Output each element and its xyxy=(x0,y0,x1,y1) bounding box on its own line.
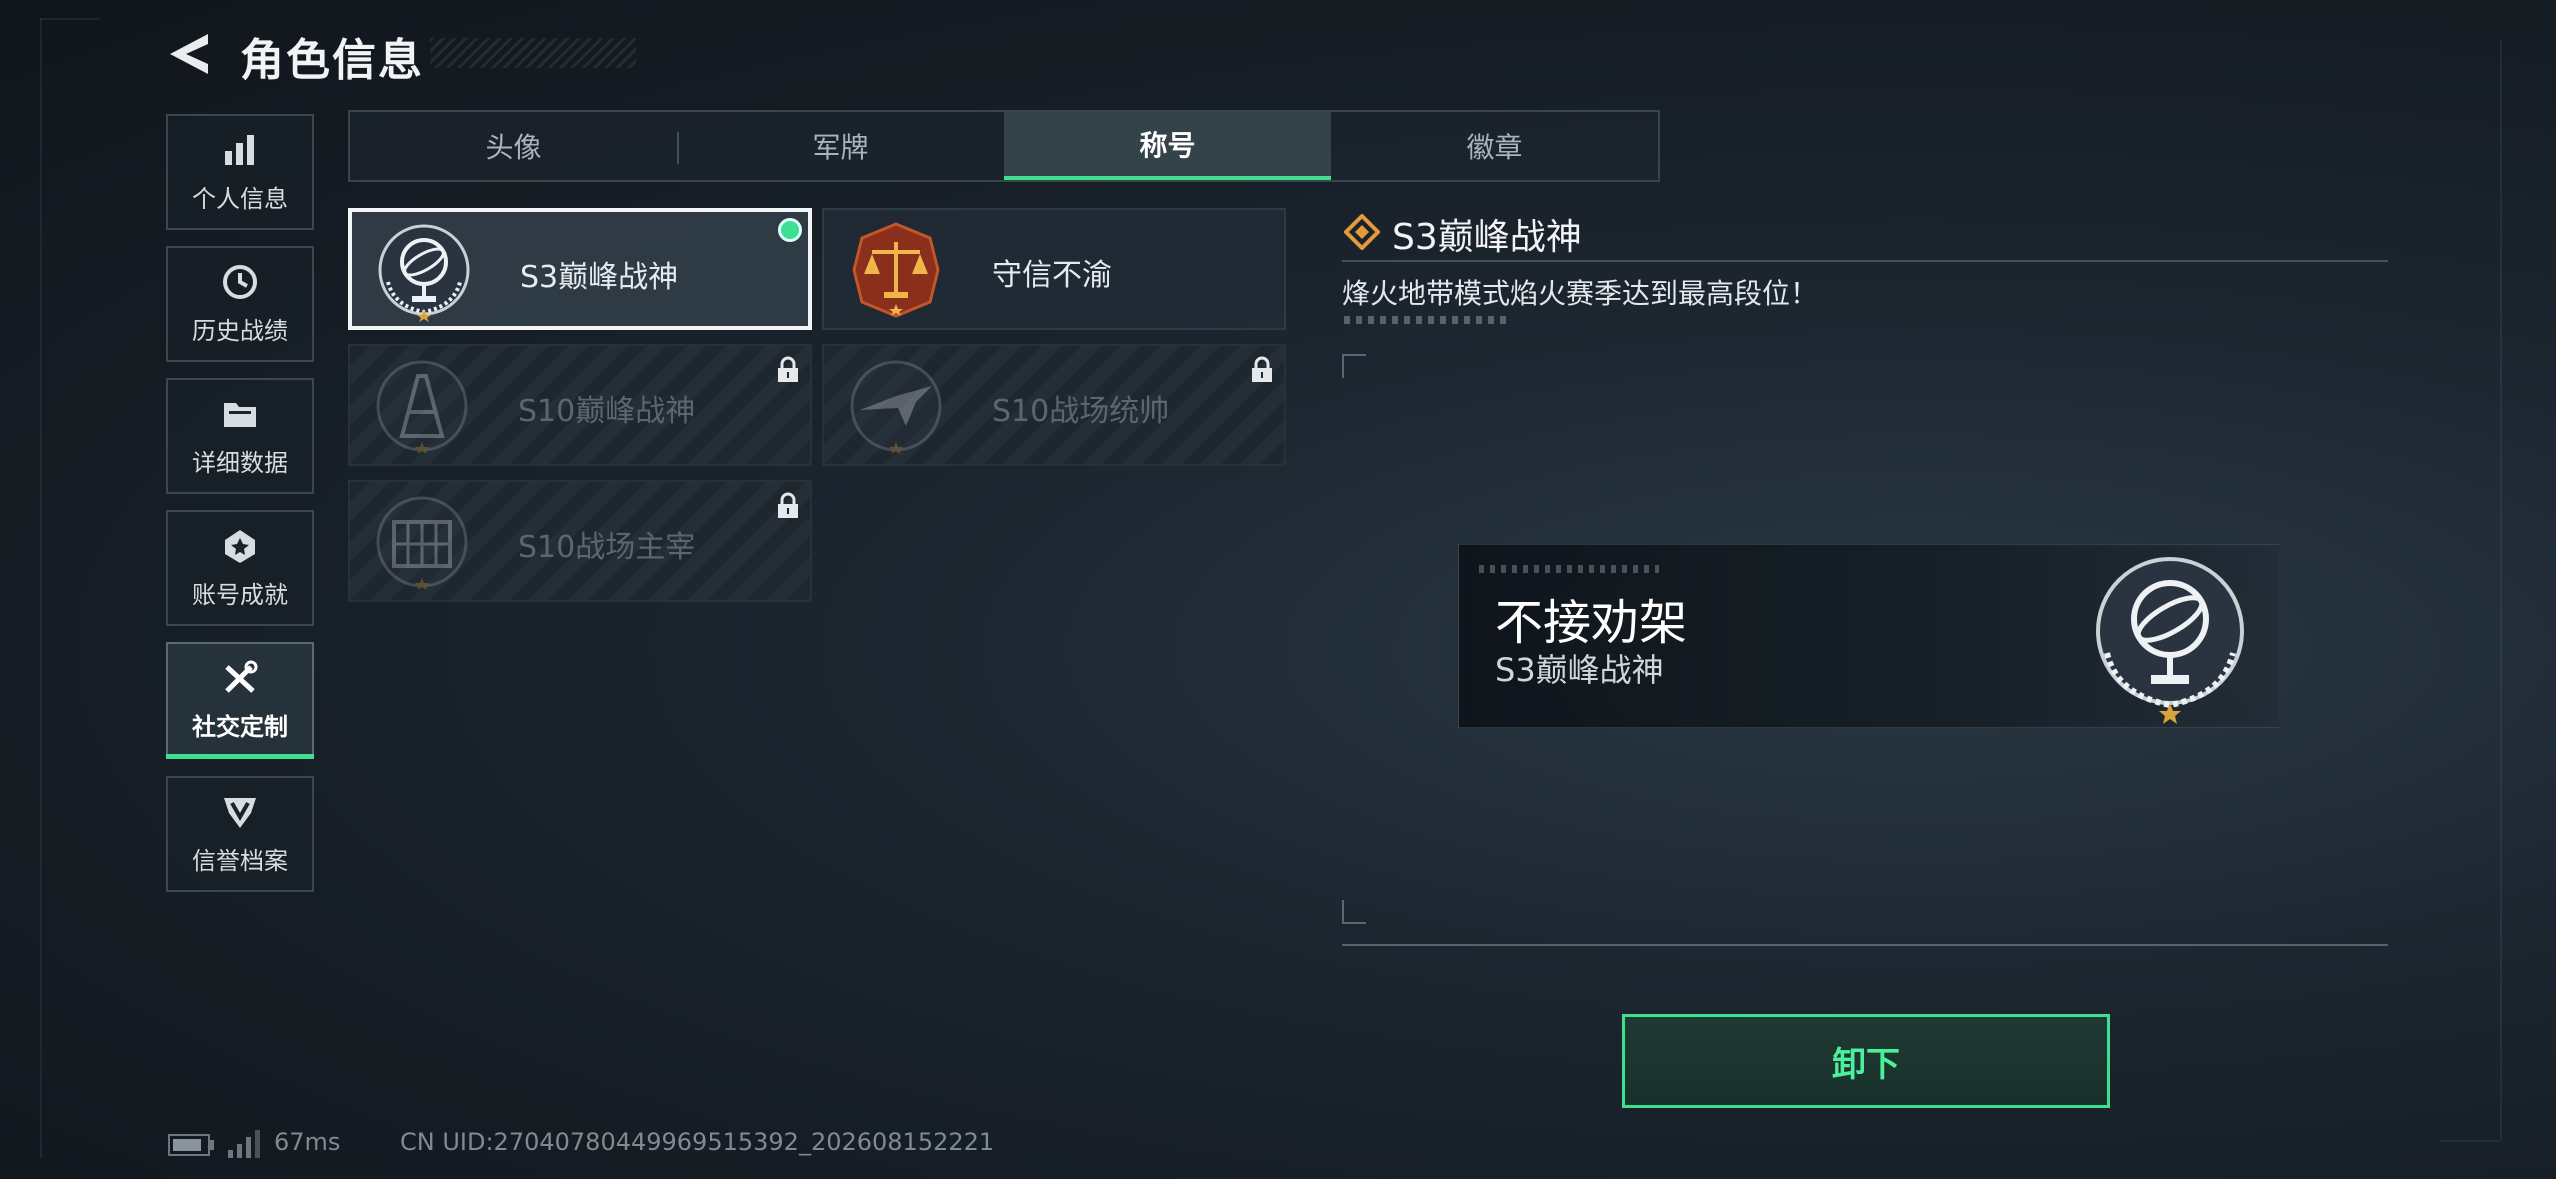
divider xyxy=(1342,260,2388,262)
lock-icon xyxy=(778,492,798,518)
armillary-sphere-icon xyxy=(378,224,470,322)
battery-icon xyxy=(168,1134,210,1156)
tower-icon xyxy=(376,360,468,454)
shield-v-icon xyxy=(224,797,256,828)
decorative-code xyxy=(1479,565,1659,573)
title-card-name: S10战场主宰 xyxy=(518,530,696,565)
title-card-name: S10巅峰战神 xyxy=(518,394,696,429)
sidebar-item-achievements[interactable]: 账号成就 xyxy=(166,510,314,626)
diamond-icon xyxy=(1344,214,1380,250)
sidebar-item-label: 历史战绩 xyxy=(192,316,288,345)
sidebar-item-social-custom[interactable]: 社交定制 xyxy=(166,642,314,758)
frame-corner xyxy=(1342,900,1366,924)
sidebar-item-label: 个人信息 xyxy=(192,184,288,213)
lock-icon xyxy=(1252,356,1272,382)
active-nav-indicator xyxy=(166,754,314,759)
detail-description: 烽火地带模式焰火赛季达到最高段位！ xyxy=(1342,277,1819,310)
title-card-keep-faith[interactable]: 守信不渝 xyxy=(822,208,1286,330)
colosseum-icon xyxy=(376,496,468,590)
preview-player-name: 不接劝架 xyxy=(1495,595,1688,651)
tab-badge[interactable]: 徽章 xyxy=(1331,112,1658,180)
sidebar-item-label: 详细数据 xyxy=(192,448,288,477)
signal-icon xyxy=(228,1130,260,1158)
sidebar-item-detailed-data[interactable]: 详细数据 xyxy=(166,378,314,494)
folder-icon xyxy=(224,402,256,427)
tab-dog-tag[interactable]: 军牌 xyxy=(677,112,1004,180)
title-card-s10-commander[interactable]: S10战场统帅 xyxy=(822,344,1286,466)
sidebar-item-label: 社交定制 xyxy=(192,712,288,741)
page-title: 角色信息 xyxy=(240,35,424,86)
frame-corner xyxy=(1342,354,1366,378)
fighter-jet-icon xyxy=(850,360,942,454)
back-arrow-icon[interactable] xyxy=(168,30,212,78)
title-card-s3-peak[interactable]: S3巅峰战神 xyxy=(348,208,812,330)
tools-icon xyxy=(225,660,258,693)
scales-of-justice-icon xyxy=(852,222,940,318)
sidebar-item-label: 账号成就 xyxy=(192,580,288,609)
decorative-code xyxy=(1344,316,1508,324)
tab-avatar[interactable]: 头像 xyxy=(350,112,677,180)
bar-chart-icon xyxy=(225,134,254,165)
equipped-indicator xyxy=(778,218,802,242)
sidebar-item-personal-info[interactable]: 个人信息 xyxy=(166,114,314,230)
divider xyxy=(1342,944,2388,946)
preview-title: S3巅峰战神 xyxy=(1495,651,1664,689)
category-tabs: 头像 军牌 称号 徽章 xyxy=(348,110,1660,182)
tab-title[interactable]: 称号 xyxy=(1004,112,1331,180)
armillary-sphere-icon xyxy=(2096,557,2244,724)
sidebar-item-label: 信誉档案 xyxy=(192,846,288,875)
ping-text: 67ms xyxy=(274,1128,341,1156)
title-card-name: S3巅峰战神 xyxy=(520,260,679,295)
title-decoration xyxy=(430,38,636,68)
sidebar-item-credit-record[interactable]: 信誉档案 xyxy=(166,776,314,892)
sidebar-item-history[interactable]: 历史战绩 xyxy=(166,246,314,362)
title-card-name: 守信不渝 xyxy=(992,258,1112,293)
unequip-button[interactable]: 卸下 xyxy=(1622,1014,2110,1108)
title-card-s10-peak[interactable]: S10巅峰战神 xyxy=(348,344,812,466)
history-clock-icon xyxy=(223,264,257,299)
title-card-s10-dominator[interactable]: S10战场主宰 xyxy=(348,480,812,602)
achievement-badge-icon xyxy=(225,529,255,563)
uid-text: CN UID:27040780449969515392_202608152221 xyxy=(400,1128,995,1156)
detail-title: S3巅峰战神 xyxy=(1392,217,1582,258)
battery-tip xyxy=(210,1140,214,1150)
title-card-name: S10战场统帅 xyxy=(992,394,1170,429)
title-preview-plate: 不接劝架 S3巅峰战神 xyxy=(1458,544,2280,728)
lock-icon xyxy=(778,356,798,382)
